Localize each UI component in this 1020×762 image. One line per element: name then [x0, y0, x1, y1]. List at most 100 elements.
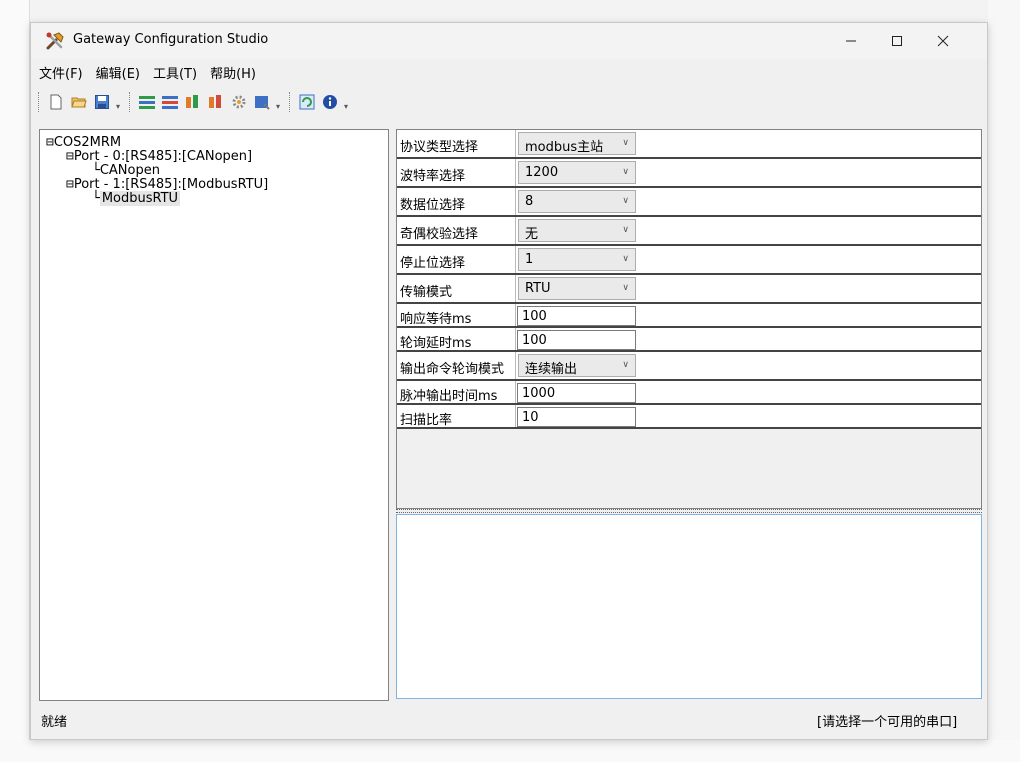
window-title: Gateway Configuration Studio [73, 32, 269, 47]
info-button[interactable] [319, 91, 341, 113]
column-divider [515, 130, 516, 157]
scan-ratio-input[interactable]: 10 [517, 407, 636, 427]
parity-select[interactable]: 无 ∨ [518, 219, 636, 242]
maximize-button[interactable] [874, 23, 920, 59]
new-file-button[interactable] [45, 91, 67, 113]
toolbar-overflow-3[interactable]: ▾ [344, 102, 348, 111]
prop-label: 输出命令轮询模式 [400, 362, 505, 377]
collapse-icon[interactable]: ⊟ [66, 149, 74, 164]
settings-icon [232, 95, 246, 109]
baudrate-select[interactable]: 1200 ∨ [518, 161, 636, 184]
output-poll-mode-select[interactable]: 连续输出 ∨ [518, 354, 636, 377]
collapse-icon[interactable]: ⊟ [46, 135, 54, 150]
column-divider [515, 328, 516, 350]
column-divider [515, 246, 516, 273]
maximize-icon [892, 36, 902, 46]
toolbar-overflow-1[interactable]: ▾ [116, 102, 120, 111]
column-divider [515, 381, 516, 403]
stopbits-select[interactable]: 1 ∨ [518, 248, 636, 271]
chevron-down-icon: ∨ [622, 283, 629, 293]
settings-button[interactable] [228, 91, 250, 113]
column-divider [515, 275, 516, 302]
databits-select[interactable]: 8 ∨ [518, 190, 636, 213]
collapse-icon[interactable]: ⊟ [66, 177, 74, 192]
transfer-mode-select[interactable]: RTU ∨ [518, 277, 636, 300]
prop-row-response-wait: 响应等待ms 100 [397, 304, 981, 328]
chevron-down-icon: ∨ [622, 225, 629, 235]
chevron-down-icon: ∨ [622, 254, 629, 264]
prop-row-scan-ratio: 扫描比率 10 [397, 405, 981, 429]
select-value: 1200 [525, 165, 559, 180]
tree-node-label: CANopen [99, 163, 160, 178]
tree-node-modbusrtu[interactable]: └ ModbusRTU [92, 191, 181, 206]
pulse-time-input[interactable]: 1000 [517, 383, 636, 403]
tree-node-label: ModbusRTU [99, 191, 181, 206]
add-port-button[interactable] [136, 91, 158, 113]
prop-label: 扫描比率 [400, 413, 453, 428]
column-divider [515, 188, 516, 215]
title-bar[interactable]: Gateway Configuration Studio [31, 23, 987, 59]
panel-splitter[interactable] [396, 509, 982, 513]
tree-node-port0[interactable]: ⊟Port - 0:[RS485]:[CANopen] [66, 150, 252, 164]
minimize-icon [846, 40, 856, 42]
refresh-icon [299, 94, 315, 110]
remove-port-icon [162, 96, 179, 109]
save-button[interactable] [91, 91, 113, 113]
response-wait-input[interactable]: 100 [517, 306, 636, 326]
prop-row-parity: 奇偶校验选择 无 ∨ [397, 217, 981, 246]
prop-row-stopbits: 停止位选择 1 ∨ [397, 246, 981, 275]
toolbar-grip-2[interactable] [129, 92, 133, 112]
prop-label: 数据位选择 [400, 198, 466, 213]
poll-delay-input[interactable]: 100 [517, 330, 636, 350]
prop-row-databits: 数据位选择 8 ∨ [397, 188, 981, 217]
select-value: 8 [525, 194, 534, 209]
download-button[interactable] [251, 91, 273, 113]
chevron-down-icon: ∨ [622, 196, 629, 206]
tools-icon [46, 32, 64, 50]
output-log-area[interactable] [396, 514, 982, 699]
menu-file[interactable]: 文件(F) [39, 63, 83, 82]
input-value: 1000 [522, 386, 556, 401]
property-grid: 协议类型选择 modbus主站 ∨ 波特率选择 1200 ∨ 数据位选择 8 ∨ [396, 129, 982, 509]
chevron-down-icon: ∨ [622, 138, 629, 148]
close-icon [937, 35, 949, 47]
prop-label: 响应等待ms [400, 312, 472, 327]
input-value: 100 [522, 309, 547, 324]
remove-port-button[interactable] [159, 91, 181, 113]
column-divider [515, 217, 516, 244]
open-button[interactable] [68, 91, 90, 113]
prop-row-transfer-mode: 传输模式 RTU ∨ [397, 275, 981, 304]
close-button[interactable] [920, 23, 966, 59]
menu-tools[interactable]: 工具(T) [153, 63, 197, 82]
menu-bar: 文件(F) 编辑(E) 工具(T) 帮助(H) [31, 59, 987, 85]
tree-node-root[interactable]: ⊟COS2MRM [46, 136, 121, 150]
device-tree[interactable]: ⊟COS2MRM ⊟Port - 0:[RS485]:[CANopen] └CA… [39, 129, 389, 701]
add-node-icon [186, 95, 199, 108]
protocol-select[interactable]: modbus主站 ∨ [518, 132, 636, 155]
refresh-button[interactable] [296, 91, 318, 113]
add-port-icon [139, 96, 156, 109]
tree-node-canopen[interactable]: └CANopen [92, 164, 160, 178]
background-window-left [0, 0, 30, 762]
tree-node-port1[interactable]: ⊟Port - 1:[RS485]:[ModbusRTU] [66, 178, 268, 192]
tree-node-label: Port - 0:[RS485]:[CANopen] [73, 149, 253, 164]
menu-help[interactable]: 帮助(H) [210, 63, 256, 82]
chevron-down-icon: ∨ [622, 167, 629, 177]
chevron-down-icon: ∨ [622, 360, 629, 370]
add-node-button[interactable] [182, 91, 204, 113]
toolbar-grip[interactable] [38, 92, 42, 112]
prop-label: 奇偶校验选择 [400, 227, 479, 242]
minimize-button[interactable] [828, 23, 874, 59]
info-icon [323, 95, 338, 109]
menu-edit[interactable]: 编辑(E) [96, 63, 140, 82]
column-divider [515, 405, 516, 427]
open-folder-icon [71, 97, 87, 108]
column-divider [515, 159, 516, 186]
toolbar-overflow-2[interactable]: ▾ [276, 102, 280, 111]
toolbar-grip-3[interactable] [289, 92, 293, 112]
select-value: 无 [525, 227, 539, 242]
remove-node-button[interactable] [205, 91, 227, 113]
tree-branch-icon: └ [92, 163, 100, 178]
input-value: 10 [522, 410, 539, 425]
prop-label: 波特率选择 [400, 169, 466, 184]
